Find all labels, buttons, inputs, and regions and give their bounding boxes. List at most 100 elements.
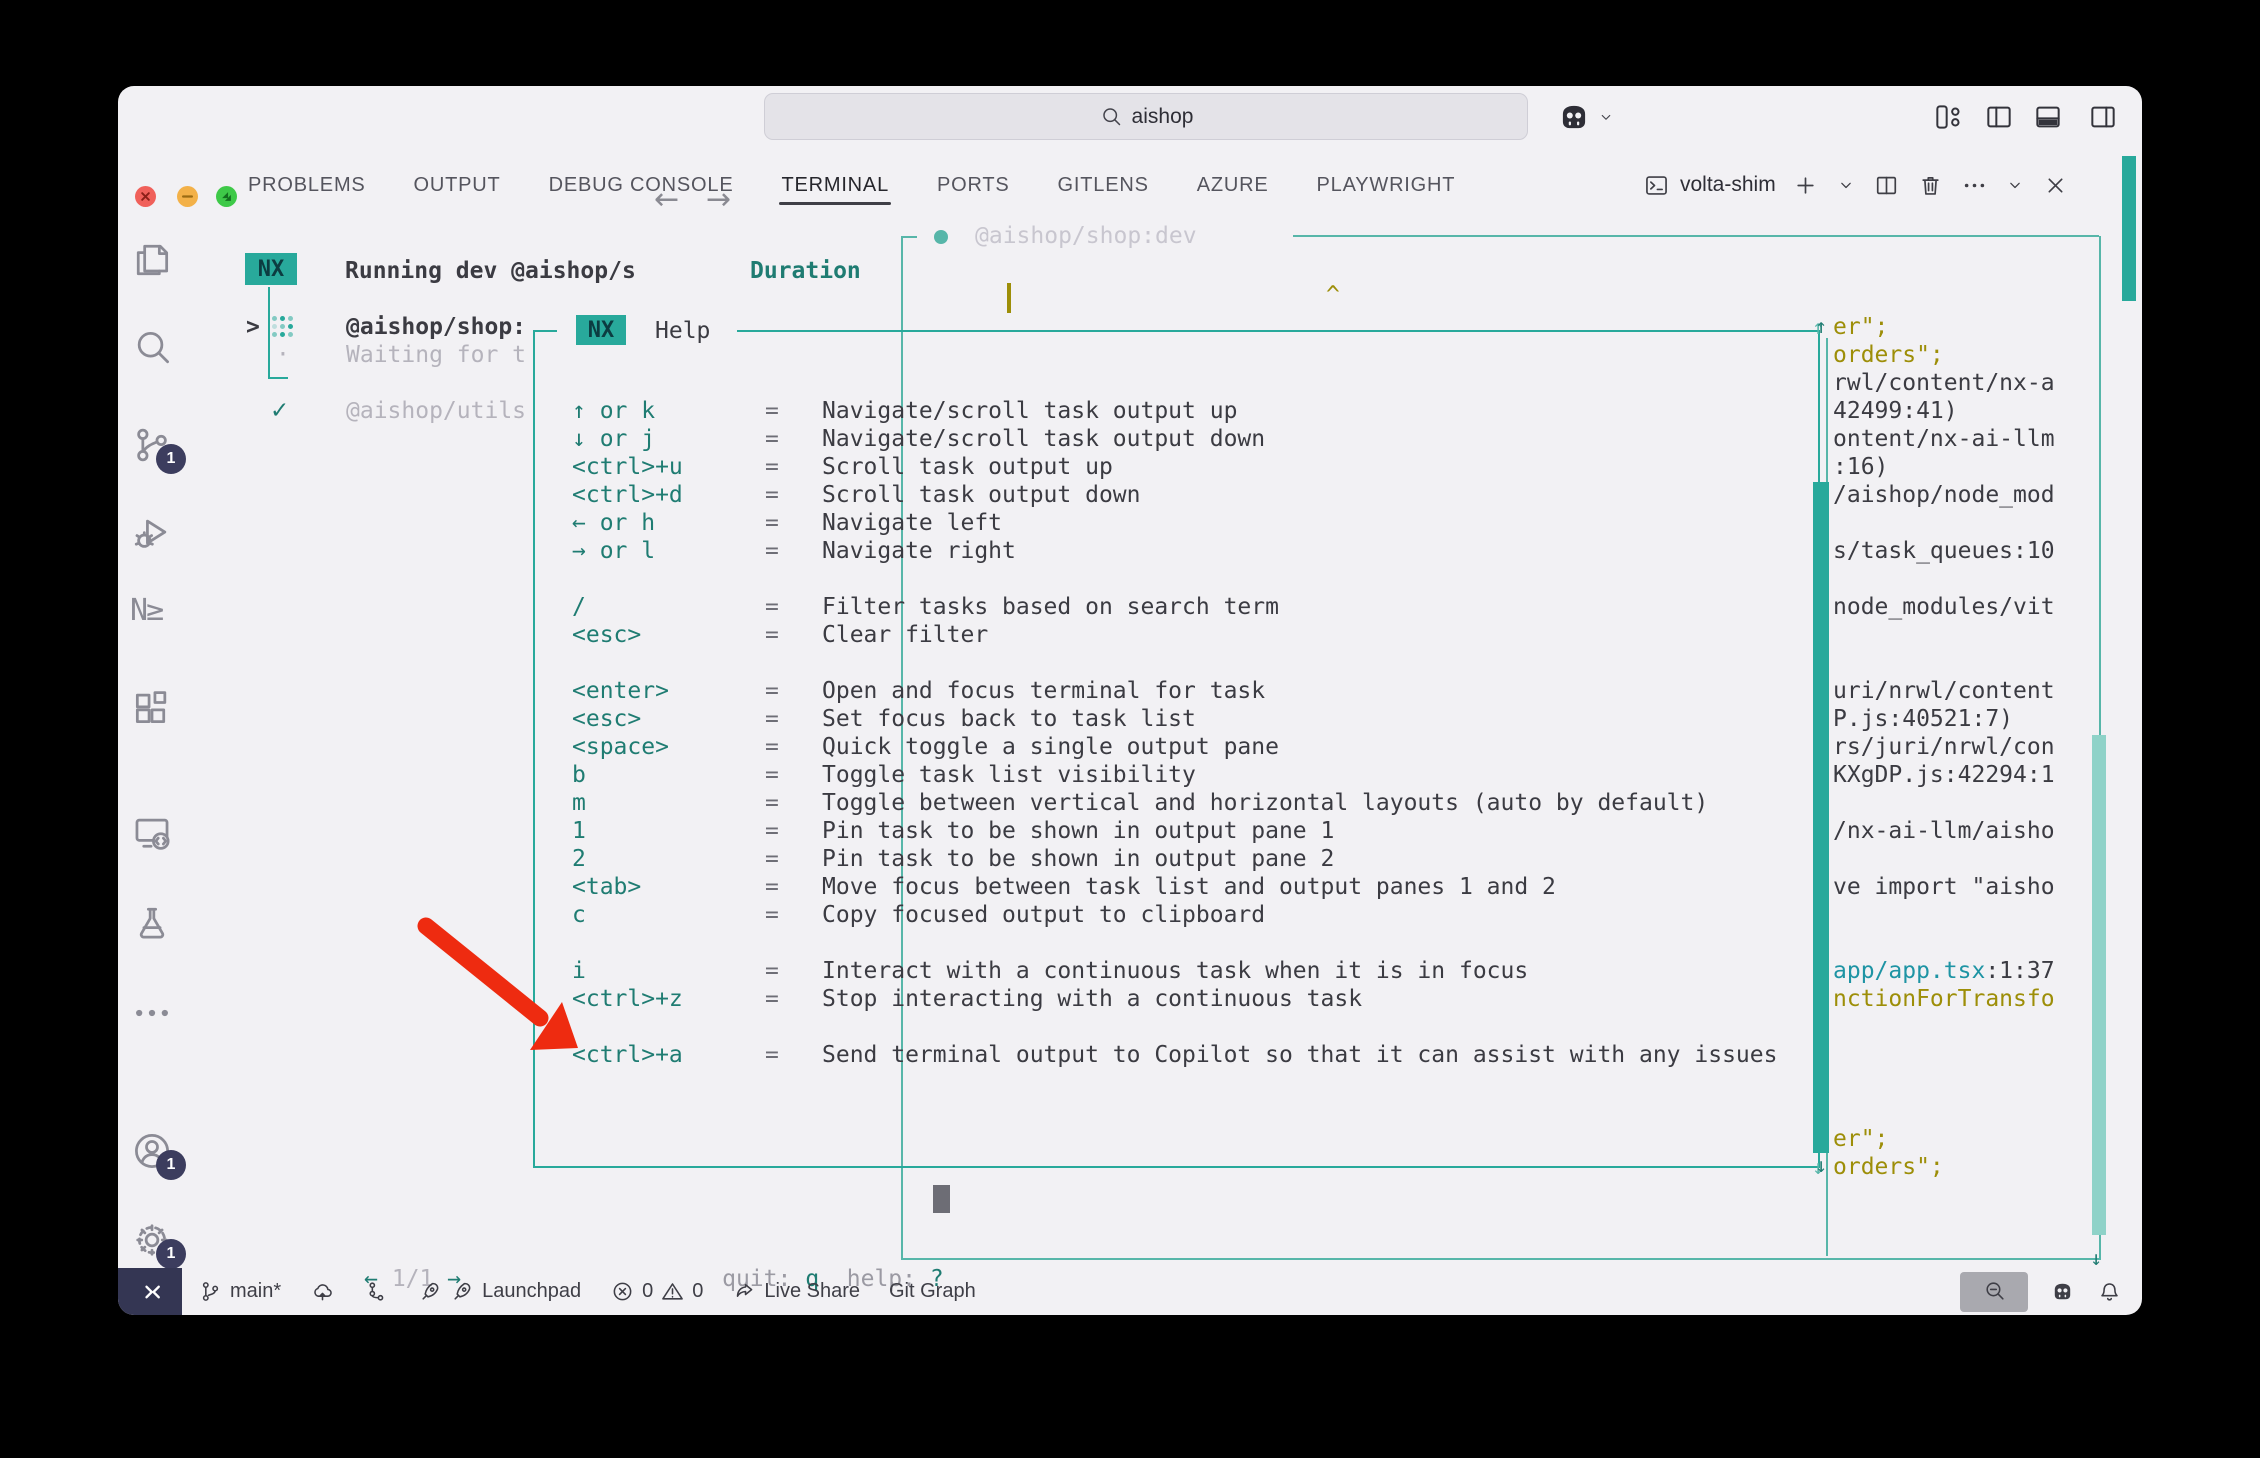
scroll-up-icon[interactable]: ↑ [1815, 314, 1827, 338]
help-equals: = [765, 873, 779, 901]
help-equals: = [765, 733, 779, 761]
help-description: Toggle between vertical and horizontal l… [822, 789, 1708, 817]
sidebar-item-settings[interactable]: 1 [130, 1218, 174, 1262]
chevron-down-icon[interactable] [1836, 175, 1856, 195]
help-equals: = [765, 453, 779, 481]
task-waiting-label: Waiting for t [346, 341, 526, 369]
help-key: <space> [572, 733, 669, 761]
sidebar-item-nx-console[interactable]: N≥ [130, 591, 174, 635]
output-scroll-block [933, 1185, 950, 1213]
copilot-icon[interactable] [2050, 1279, 2075, 1304]
help-key: <ctrl>+u [572, 453, 683, 481]
close-icon[interactable] [2042, 172, 2069, 199]
terminal-instance-label[interactable]: volta-shim [1680, 173, 1776, 197]
badge-count: 1 [156, 1239, 186, 1269]
sidebar-item-more[interactable] [130, 991, 174, 1035]
tab-problems[interactable]: PROBLEMS [248, 160, 366, 211]
tab-ports[interactable]: PORTS [937, 160, 1010, 211]
help-row: → or l=Navigate right [572, 537, 1812, 565]
help-equals: = [765, 509, 779, 537]
tab-output[interactable]: OUTPUT [414, 160, 501, 211]
output-line: uri/nrwl/content [1833, 677, 2055, 705]
traffic-zoom-button[interactable] [216, 186, 237, 207]
command-center-search[interactable]: aishop [764, 93, 1528, 140]
ellipsis-icon[interactable] [1961, 172, 1988, 199]
help-key: 1 [572, 817, 586, 845]
task-tree-line [268, 287, 270, 379]
bell-icon[interactable] [2097, 1279, 2122, 1304]
output-line: ontent/nx-ai-llm [1833, 425, 2055, 453]
customize-layout-icon[interactable] [1932, 101, 1964, 133]
help-description: Stop interacting with a continuous task [822, 985, 1362, 1013]
help-border-top-stub [533, 330, 557, 332]
chevron-down-icon[interactable] [2005, 175, 2025, 195]
output-text: node_modules/vit [1833, 594, 2055, 620]
output-text: ve import "aisho [1833, 874, 2055, 900]
search-icon [1099, 105, 1123, 129]
status-item-launchpad[interactable]: Launchpad [418, 1279, 581, 1304]
help-equals: = [765, 593, 779, 621]
scrollbar-thumb-light[interactable] [2092, 735, 2106, 1235]
scrollbar-thumb-dark[interactable] [1813, 482, 1829, 1153]
output-text: /nx-ai-llm/aisho [1833, 818, 2055, 844]
split-editor-icon[interactable] [1873, 172, 1900, 199]
layout-panel-icon[interactable] [2032, 101, 2064, 133]
help-key: ↓ or j [572, 425, 655, 453]
scroll-down-icon[interactable]: ↓ [1815, 1153, 1827, 1177]
help-row: <enter>=Open and focus terminal for task [572, 677, 1812, 705]
help-row: <esc>=Set focus back to task list [572, 705, 1812, 733]
copilot-menu-button[interactable] [1556, 99, 1592, 135]
sidebar-item-run-debug[interactable] [130, 511, 174, 555]
help-key: <enter> [572, 677, 669, 705]
help-key: / [572, 593, 586, 621]
status-item-0[interactable]: 00 [610, 1279, 703, 1304]
layout-sidebar-right-icon[interactable] [2087, 101, 2119, 133]
sidebar-item-search[interactable] [130, 326, 174, 370]
output-line: KXgDP.js:42294:1 [1833, 761, 2055, 789]
help-row: ↑ or k=Navigate/scroll task output up [572, 397, 1812, 425]
pane-border-top-stub [901, 236, 917, 238]
sidebar-item-extensions[interactable] [130, 686, 174, 730]
status-item-git-graph[interactable]: Git Graph [889, 1280, 976, 1303]
sidebar-item-testing[interactable] [130, 901, 174, 945]
tab-terminal[interactable]: TERMINAL [781, 160, 889, 211]
status-item-git-graph-glyph[interactable] [364, 1279, 389, 1304]
help-equals: = [765, 789, 779, 817]
output-line: node_modules/vit [1833, 593, 2055, 621]
output-text: er"; [1833, 314, 1888, 340]
status-item-live-share[interactable]: Live Share [732, 1279, 860, 1304]
trash-icon[interactable] [1917, 172, 1944, 199]
status-item-main[interactable]: main* [198, 1279, 281, 1304]
output-line: ve import "aisho [1833, 873, 2055, 901]
help-border-top [737, 330, 1820, 332]
task-done-label[interactable]: @aishop/utils [346, 397, 526, 425]
scroll-down-icon[interactable]: ↓ [2090, 1246, 2102, 1270]
sidebar-item-files[interactable] [130, 238, 174, 282]
status-item-zoom-out[interactable] [1960, 1272, 2028, 1312]
vscode-window: ← → aishop 1N≥11 PROBLEMSOUTPUTDEBUG CON… [118, 86, 2142, 1315]
help-description: Toggle task list visibility [822, 761, 1196, 789]
tab-gitlens[interactable]: GITLENS [1058, 160, 1149, 211]
status-right-items [1960, 1268, 2122, 1315]
output-text: er"; [1833, 1126, 1888, 1152]
sidebar-item-account[interactable]: 1 [130, 1129, 174, 1173]
sidebar-item-source-control[interactable]: 1 [130, 423, 174, 467]
remote-indicator-button[interactable] [118, 1268, 182, 1315]
output-text: ontent/nx-ai-llm [1833, 426, 2055, 452]
sidebar-item-remote-explorer[interactable] [130, 811, 174, 855]
warning-triangle-icon [660, 1279, 685, 1304]
panel-scrollbar-thumb[interactable] [2122, 156, 2136, 301]
task-running-label[interactable]: @aishop/shop: [346, 313, 526, 341]
layout-sidebar-left-icon[interactable] [1983, 101, 2015, 133]
rocket-icon [450, 1279, 475, 1304]
plus-icon[interactable] [1792, 172, 1819, 199]
output-text: P.js:40521:7) [1833, 706, 2013, 732]
help-nx-badge: NX [576, 315, 626, 345]
task-tree-corner [268, 377, 288, 379]
output-line: s/task_queues:10 [1833, 537, 2055, 565]
status-item-cloud-upload[interactable] [310, 1279, 335, 1304]
tab-debug-console[interactable]: DEBUG CONSOLE [549, 160, 734, 211]
tab-azure[interactable]: AZURE [1197, 160, 1269, 211]
tab-playwright[interactable]: PLAYWRIGHT [1317, 160, 1456, 211]
help-row: <ctrl>+a=Send terminal output to Copilot… [572, 1041, 1812, 1069]
